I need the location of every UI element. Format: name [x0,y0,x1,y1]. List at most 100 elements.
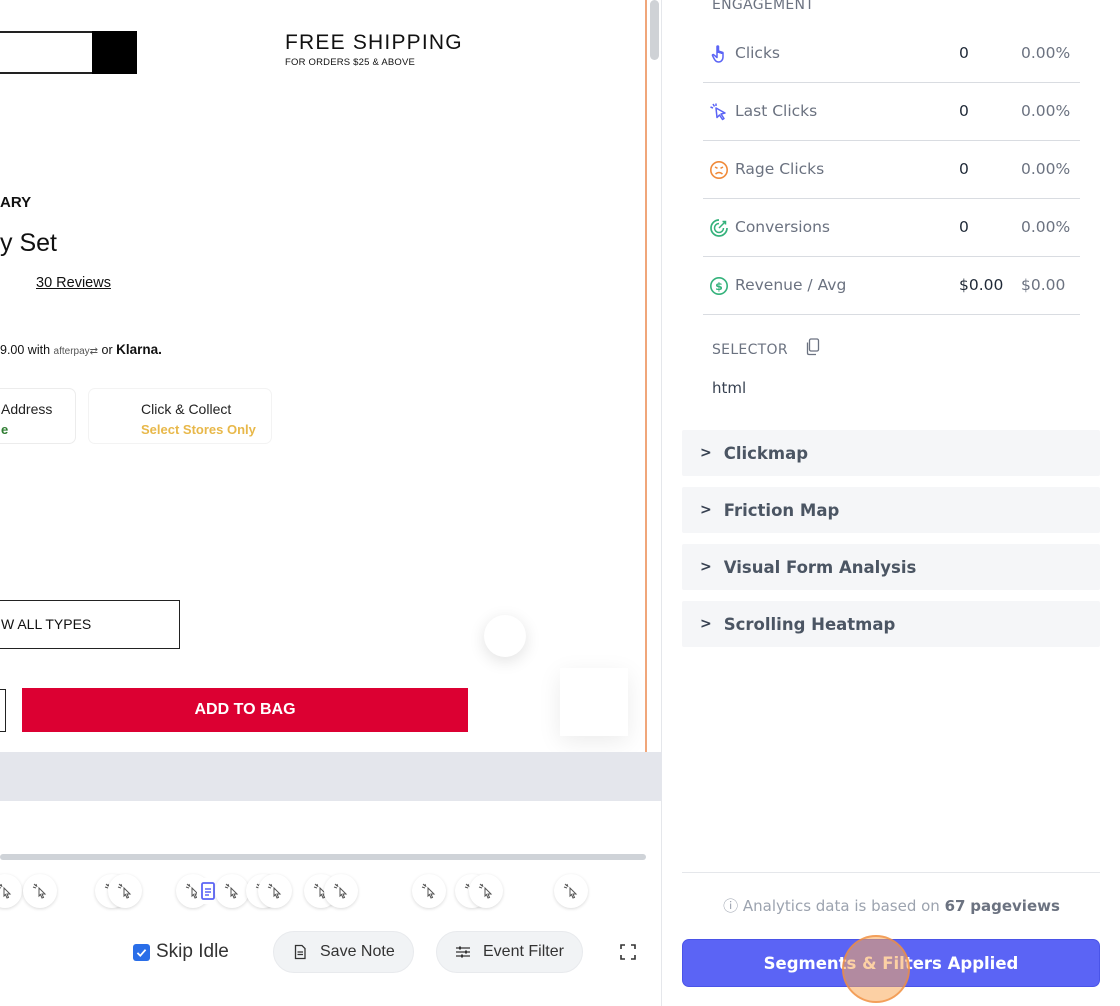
metric-percent: 0.00% [1021,160,1071,178]
cursor-click-icon [563,883,578,899]
sliders-icon [456,946,470,958]
metric-row-conversions: Conversions 0 0.00% [703,199,1080,257]
info-count: 67 [944,897,966,915]
click-collect-label: Click & Collect [141,401,232,417]
replayed-site: FREE SHIPPING FOR ORDERS $25 & ABOVE ARY… [0,0,647,752]
app-root: FREE SHIPPING FOR ORDERS $25 & ABOVE ARY… [0,0,1120,1006]
chevron-right-icon: > [700,502,712,518]
afterpay-or: or [101,343,113,357]
product-title: y Set [0,229,57,257]
engagement-heading: ENGAGEMENT [712,0,815,13]
cursor-click-icon [421,883,436,899]
click-event-marker[interactable] [412,874,446,908]
fullscreen-icon[interactable] [620,944,636,960]
metric-row-revenue: $ Revenue / Avg $0.00 $0.00 [703,257,1080,315]
click-event-marker[interactable] [108,874,142,908]
metric-name: Last Clicks [735,102,818,120]
metric-name: Clicks [735,44,781,62]
floating-square-widget[interactable] [560,668,628,736]
site-search-button[interactable] [92,31,137,74]
selector-value: html [712,379,747,397]
dollar-icon: $ [710,277,728,295]
click-event-marker[interactable] [554,874,588,908]
metric-name: Rage Clicks [735,160,825,178]
metric-row-rage-clicks: Rage Clicks 0 0.00% [703,141,1080,199]
info-prefix: Analytics data is based on [742,897,940,915]
metric-value: 0 [959,102,969,120]
free-shipping-title: FREE SHIPPING [285,31,463,54]
metric-name: Revenue / Avg [735,276,847,294]
save-note-button[interactable]: Save Note [273,931,414,973]
cursor-click-icon [224,883,239,899]
segments-filters-button[interactable]: Segments & Filters Applied [682,939,1100,987]
click-event-marker[interactable] [23,874,57,908]
panel-divider [682,872,1100,873]
delivery-option-status: e [1,422,9,437]
afterpay-arrow-icon: ⇄ [89,346,99,357]
accordion-label: Friction Map [723,500,840,520]
click-event-marker[interactable] [0,874,22,908]
replay-pane: FREE SHIPPING FOR ORDERS $25 & ABOVE ARY… [0,0,662,1006]
site-search-input[interactable] [0,31,95,74]
cursor-click-icon [478,883,493,899]
view-all-types-button[interactable]: W ALL TYPES [0,600,180,649]
floating-circle-widget[interactable] [484,615,526,657]
accordion-label: Visual Form Analysis [723,557,917,577]
afterpay-logo: afterpay [53,346,90,357]
replay-footer-band [0,752,662,801]
click-event-marker[interactable] [258,874,292,908]
metric-percent: 0.00% [1021,218,1071,236]
svg-text:$: $ [715,280,723,293]
skip-idle-checkbox[interactable] [133,943,150,961]
metric-value: 0 [959,218,969,236]
accordion-friction-map[interactable]: > Friction Map [682,487,1100,533]
metric-value: 0 [959,44,969,62]
event-filter-button[interactable]: Event Filter [436,931,583,973]
event-filter-label: Event Filter [483,943,564,960]
cursor-click-icon [32,883,47,899]
accordion-scrolling-heatmap[interactable]: > Scrolling Heatmap [682,601,1100,647]
chevron-right-icon: > [700,559,712,575]
click-collect-card[interactable]: Click & Collect Select Stores Only [88,388,272,444]
accordion-label: Scrolling Heatmap [723,614,896,634]
click-collect-status: Select Stores Only [141,422,256,437]
cursor-click-icon [0,883,12,899]
click-event-marker[interactable] [469,874,503,908]
replay-scrollbar[interactable] [650,0,659,60]
last-click-icon [710,103,726,121]
click-event-marker[interactable] [215,874,249,908]
chevron-right-icon: > [700,445,712,461]
cursor-click-icon [117,883,132,899]
metric-row-last-clicks: Last Clicks 0 0.00% [703,83,1080,141]
pageviews-info: ⓘ Analytics data is based on 67 pageview… [663,895,1120,916]
save-note-label: Save Note [320,943,395,960]
accordion-visual-form-analysis[interactable]: > Visual Form Analysis [682,544,1100,590]
click-event-marker[interactable] [324,874,358,908]
info-suffix: pageviews [970,897,1060,915]
cursor-click-icon [333,883,348,899]
afterpay-prefix: 9.00 with [0,343,51,357]
selector-heading: SELECTOR [712,342,788,358]
delivery-option-card[interactable]: Address e [0,388,76,444]
metric-value: 0 [959,160,969,178]
delivery-option-label: Address [1,401,53,417]
copy-icon[interactable] [805,338,821,356]
reviews-link[interactable]: 30 Reviews [36,275,111,291]
conversion-icon [710,219,728,237]
add-to-bag-button[interactable]: ADD TO BAG [22,688,468,732]
replay-controls: Skip Idle Save Note Event Filter [0,928,662,976]
skip-idle-toggle[interactable]: Skip Idle [133,940,229,964]
product-brand: ARY [0,194,32,211]
klarna-logo: Klarna. [116,342,162,357]
accordion-clickmap[interactable]: > Clickmap [682,430,1100,476]
quantity-selector[interactable] [0,689,6,732]
replay-timeline[interactable] [0,854,646,860]
free-shipping-subtitle: FOR ORDERS $25 & ABOVE [285,57,416,68]
afterpay-line: 9.00 with afterpay⇄ or Klarna. [0,342,162,357]
metric-percent: $0.00 [1021,276,1066,294]
metric-row-clicks: Clicks 0 0.00% [703,25,1080,83]
metric-percent: 0.00% [1021,102,1071,120]
document-icon [294,944,306,960]
metric-value: $0.00 [959,276,1004,294]
metric-percent: 0.00% [1021,44,1071,62]
